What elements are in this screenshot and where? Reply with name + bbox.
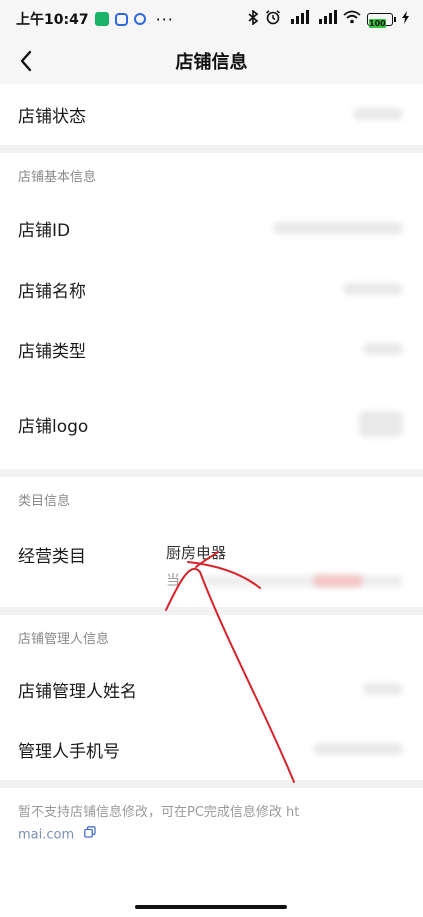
- search-app-icon: [133, 13, 146, 25]
- signal-icon-1: [287, 10, 309, 28]
- home-indicator[interactable]: [135, 905, 287, 909]
- app-notification-icon: [114, 12, 128, 26]
- more-notifications-icon: ···: [155, 9, 174, 29]
- row-label: 店铺类型: [18, 341, 86, 362]
- row-label: 经营类目: [18, 547, 86, 567]
- battery-icon: 100: [367, 12, 396, 28]
- row-business-category[interactable]: 经营类目 厨房电器 当: [0, 521, 423, 607]
- blurred-status-tag: [313, 575, 363, 587]
- charging-icon: [402, 10, 409, 28]
- blurred-value: [363, 683, 403, 695]
- status-bar: 上午10:47 ··· 100: [0, 0, 423, 38]
- blurred-value: [343, 283, 403, 295]
- page-title: 店铺信息: [175, 52, 248, 73]
- section-basic-info: 店铺基本信息: [0, 153, 423, 197]
- section-category-info: 类目信息: [0, 477, 423, 521]
- status-left: 上午10:47 ···: [16, 9, 174, 29]
- row-label: 管理人手机号: [18, 742, 120, 762]
- footer-note: 暂不支持店铺信息修改，可在PC完成信息修改 ht mai.com: [0, 788, 423, 917]
- row-label: 店铺管理人姓名: [18, 681, 137, 702]
- status-right: 100: [248, 8, 409, 29]
- note-line-2: mai.com: [18, 824, 405, 847]
- status-time: 上午10:47: [16, 12, 89, 28]
- shield-app-icon: [94, 12, 109, 26]
- row-store-id[interactable]: 店铺ID: [0, 197, 423, 259]
- chevron-left-icon: [20, 50, 32, 72]
- nav-bar: 店铺信息: [0, 38, 423, 84]
- blurred-sub-value: [203, 575, 403, 587]
- row-label: 店铺ID: [18, 220, 71, 241]
- back-button[interactable]: [12, 46, 40, 76]
- row-store-name[interactable]: 店铺名称: [0, 259, 423, 319]
- row-label: 店铺logo: [18, 416, 89, 437]
- row-manager-name[interactable]: 店铺管理人姓名: [0, 659, 423, 719]
- category-value: 厨房电器: [166, 544, 227, 562]
- section-manager-info: 店铺管理人信息: [0, 615, 423, 659]
- battery-level: 100: [369, 18, 386, 28]
- bluetooth-icon: [248, 8, 259, 29]
- alarm-icon: [265, 9, 281, 29]
- note-line-1: 暂不支持店铺信息修改，可在PC完成信息修改 ht: [18, 805, 300, 820]
- row-label: 店铺名称: [18, 281, 86, 302]
- blurred-value: [353, 108, 403, 120]
- row-store-status[interactable]: 店铺状态: [0, 84, 423, 145]
- blurred-logo: [359, 411, 403, 437]
- row-manager-phone[interactable]: 管理人手机号: [0, 719, 423, 780]
- row-label: 店铺状态: [18, 107, 86, 127]
- blurred-value: [363, 343, 403, 355]
- blurred-value: [273, 222, 403, 234]
- copy-icon[interactable]: [84, 824, 96, 846]
- category-sub-text: 当: [166, 573, 180, 589]
- blurred-value: [313, 743, 403, 755]
- signal-icon-2: [315, 10, 337, 28]
- wifi-icon: [343, 10, 361, 28]
- row-store-logo[interactable]: 店铺logo: [0, 379, 423, 469]
- row-store-type[interactable]: 店铺类型: [0, 319, 423, 379]
- pc-url-link[interactable]: mai.com: [18, 828, 74, 843]
